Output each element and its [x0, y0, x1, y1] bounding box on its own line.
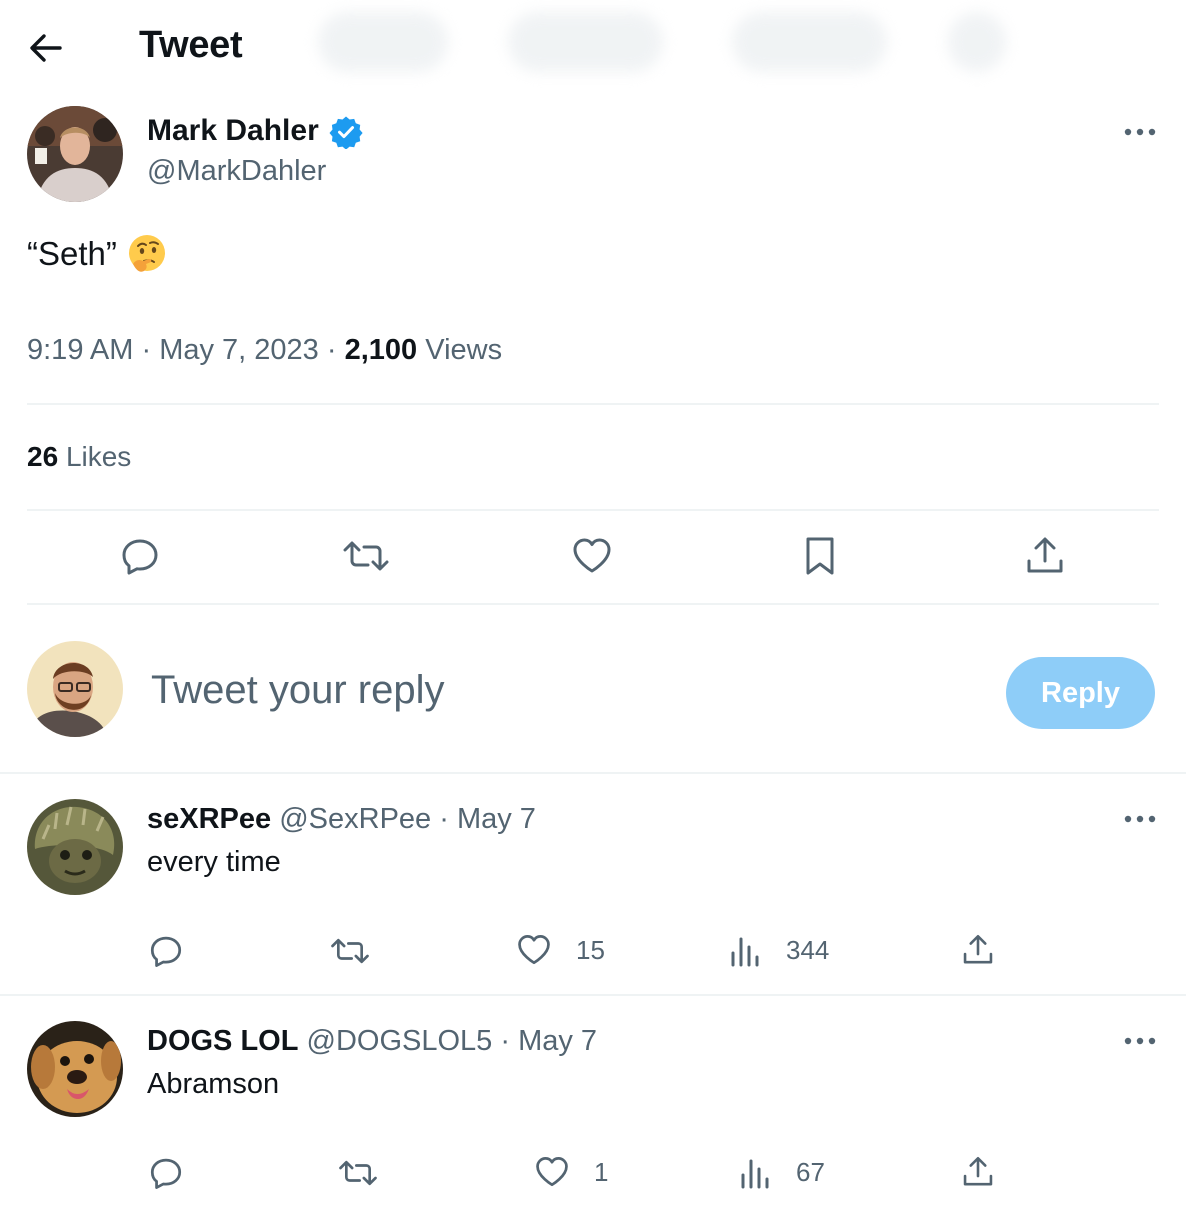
thinking-face-icon — [127, 234, 167, 274]
like-count: 15 — [576, 934, 605, 965]
reply-date[interactable]: May 7 — [457, 803, 536, 835]
reply-author-handle[interactable]: @DOGSLOL5 — [307, 1025, 493, 1057]
reply-header: seXRPee @SexRPee · May 7 — [147, 803, 536, 836]
reply-tweet[interactable]: DOGS LOL @DOGSLOL5 · May 7 Abramson 1 67 — [0, 996, 1186, 1212]
more-options-icon[interactable] — [1120, 807, 1160, 831]
views-label: Views — [425, 334, 503, 366]
like-heart-icon — [534, 1155, 570, 1189]
current-user-avatar[interactable] — [27, 641, 123, 737]
reply-text: Abramson — [147, 1068, 280, 1100]
retweet-icon — [330, 933, 370, 969]
likes-count: 26 — [27, 441, 59, 472]
views-count: 344 — [786, 934, 830, 965]
retweet-action-button[interactable] — [330, 933, 370, 969]
reply-author-handle[interactable]: @SexRPee — [279, 803, 431, 835]
retweet-action-button[interactable] — [338, 1155, 378, 1191]
reply-text: every time — [147, 846, 281, 878]
like-count: 1 — [594, 1156, 609, 1187]
more-options-icon[interactable] — [1120, 1029, 1160, 1053]
separator: · — [326, 334, 337, 366]
tweet-date[interactable]: May 7, 2023 — [159, 334, 319, 366]
reply-tweet[interactable]: seXRPee @SexRPee · May 7 every time 15 3… — [0, 774, 1186, 994]
share-icon[interactable] — [1020, 531, 1070, 581]
likes-label: Likes — [65, 441, 132, 472]
share-icon — [961, 1155, 995, 1189]
bookmark-icon[interactable] — [795, 531, 845, 581]
separator: · — [439, 803, 449, 835]
share-icon — [961, 933, 995, 967]
like-action-button[interactable]: 15 — [516, 933, 605, 967]
tweet-meta: 9:19 AM · May 7, 2023 · 2,100 Views — [27, 334, 502, 367]
blurred-header-element — [948, 12, 1006, 72]
reply-icon[interactable] — [115, 531, 165, 581]
reply-button[interactable]: Reply — [1006, 657, 1155, 729]
tweet-time[interactable]: 9:19 AM — [27, 334, 133, 366]
analytics-bars-icon — [740, 1155, 772, 1189]
more-options-icon[interactable] — [1120, 120, 1160, 144]
views-action-button[interactable]: 344 — [730, 933, 829, 967]
likes-summary[interactable]: 26 Likes — [27, 441, 131, 473]
divider — [27, 403, 1159, 405]
verified-badge-icon — [329, 115, 363, 149]
share-action-button[interactable] — [961, 1155, 995, 1189]
tweet-text-content: “Seth” — [27, 235, 117, 272]
retweet-icon[interactable] — [341, 531, 391, 581]
back-arrow-icon[interactable] — [22, 26, 70, 70]
reply-icon — [148, 933, 184, 969]
reply-author-name[interactable]: seXRPee — [147, 803, 271, 835]
like-heart-icon — [516, 933, 552, 967]
separator: · — [500, 1025, 511, 1057]
divider — [27, 603, 1159, 605]
share-action-button[interactable] — [961, 933, 995, 967]
views-count: 67 — [796, 1156, 825, 1187]
reply-author-name[interactable]: DOGS LOL — [147, 1025, 298, 1057]
reply-input[interactable] — [151, 668, 931, 713]
reply-date[interactable]: May 7 — [518, 1025, 597, 1057]
like-action-button[interactable]: 1 — [534, 1155, 608, 1189]
blurred-header-element — [732, 12, 887, 72]
blurred-header-element — [318, 12, 448, 72]
author-avatar[interactable] — [27, 106, 123, 202]
author-handle[interactable]: @MarkDahler — [147, 155, 326, 188]
reply-icon — [148, 1155, 184, 1191]
reply-action-button[interactable] — [148, 1155, 184, 1191]
retweet-icon — [338, 1155, 378, 1191]
reply-avatar[interactable] — [27, 1021, 123, 1117]
page-title: Tweet — [139, 24, 243, 66]
separator: · — [141, 334, 152, 366]
analytics-bars-icon — [730, 933, 762, 967]
like-heart-icon[interactable] — [567, 531, 617, 581]
blurred-header-element — [508, 12, 663, 72]
tweet-text: “Seth” — [27, 234, 167, 274]
author-name[interactable]: Mark Dahler — [147, 114, 319, 148]
reply-avatar[interactable] — [27, 799, 123, 895]
reply-action-button[interactable] — [148, 933, 184, 969]
views-count: 2,100 — [344, 334, 418, 366]
reply-header: DOGS LOL @DOGSLOL5 · May 7 — [147, 1025, 597, 1058]
views-action-button[interactable]: 67 — [740, 1155, 825, 1189]
divider — [27, 509, 1159, 511]
